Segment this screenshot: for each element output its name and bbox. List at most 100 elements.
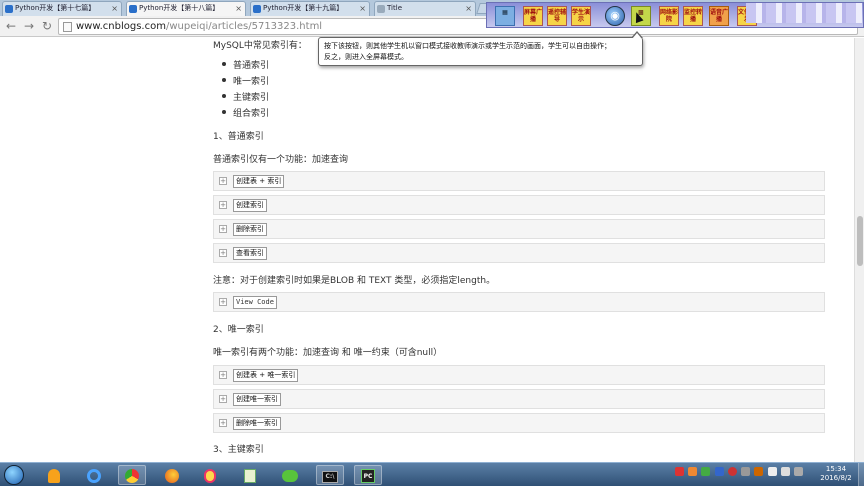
tab-close-icon[interactable]: × (111, 2, 118, 15)
toolbar-decoration (746, 3, 862, 23)
cnblogs-favicon-icon (5, 5, 13, 13)
view-code-button[interactable]: View Code (233, 296, 277, 309)
clock-time: 15:34 (825, 465, 847, 473)
globe-icon[interactable]: ◉ (605, 6, 625, 26)
section-heading: 1、普通索引 (213, 132, 264, 142)
system-tray (675, 467, 815, 483)
bullet-icon (222, 110, 226, 114)
tab-title: Python开发【第十八篇】 (139, 4, 220, 12)
student-demo-button[interactable]: 学生演示 (571, 6, 591, 26)
tray-app-icon[interactable] (741, 467, 751, 476)
tooltip-line: 反之，则进入全屏幕模式。 (324, 53, 408, 61)
code-block-toggle[interactable]: + 创建索引 (213, 195, 825, 215)
network-icon[interactable] (767, 467, 777, 476)
wechat-icon[interactable] (276, 465, 304, 485)
tab-close-icon[interactable]: × (359, 2, 366, 15)
reload-icon[interactable]: ↻ (40, 19, 54, 33)
code-block-toggle[interactable]: + 删除唯一索引 (213, 413, 825, 433)
code-block-label[interactable]: 删除唯一索引 (233, 417, 281, 430)
code-block-label[interactable]: 创建表 + 唯一索引 (233, 369, 299, 382)
voice-broadcast-button[interactable]: 语音广播 (709, 6, 729, 26)
page-favicon-icon (377, 5, 385, 13)
cnblogs-favicon-icon (129, 5, 137, 13)
code-block-toggle[interactable]: + 创建唯一索引 (213, 389, 825, 409)
tray-app-icon[interactable] (727, 467, 737, 476)
expand-plus-icon[interactable]: + (219, 201, 227, 209)
grid-view-button[interactable]: ▦ (495, 6, 515, 26)
forward-arrow-icon[interactable]: → (22, 19, 36, 33)
list-item: 组合索引 (233, 109, 270, 119)
tab-title-page[interactable]: Title × (374, 1, 476, 16)
expand-plus-icon[interactable]: + (219, 371, 227, 379)
code-block-label[interactable]: 查看索引 (233, 247, 267, 260)
pycharm-icon[interactable]: PC (354, 465, 382, 485)
ie-icon[interactable] (80, 465, 108, 485)
tab-python-18[interactable]: Python开发【第十八篇】 × (126, 1, 246, 16)
tab-title: Python开发【第十九篇】 (263, 4, 344, 12)
cnblogs-favicon-icon (253, 5, 261, 13)
notepad-icon[interactable] (236, 465, 264, 485)
tab-python-17[interactable]: Python开发【第十七篇】 × (2, 1, 122, 16)
expand-plus-icon[interactable]: + (219, 395, 227, 403)
note-text: 注意：对于创建索引时如果是BLOB 和 TEXT 类型，必须指定length。 (213, 276, 496, 286)
windows-taskbar: C:\ PC 15:34 2016/8/2 (0, 462, 864, 486)
tray-app-icon[interactable] (701, 467, 711, 476)
url-text: www.cnblogs.com/wupeiqi/articles/5713323… (76, 21, 323, 32)
expand-plus-icon[interactable]: + (219, 225, 227, 233)
cmd-icon[interactable]: C:\ (316, 465, 344, 485)
code-block-toggle[interactable]: + 删除索引 (213, 219, 825, 239)
code-block-toggle[interactable]: + 创建表 + 索引 (213, 171, 825, 191)
page-scrollbar[interactable] (854, 38, 864, 462)
tray-app-icon[interactable] (675, 467, 684, 476)
code-block-label[interactable]: 删除索引 (233, 223, 267, 236)
system-clock[interactable]: 15:34 2016/8/2 (814, 465, 858, 483)
volume-icon[interactable] (780, 467, 790, 476)
code-block-toggle[interactable]: + 查看索引 (213, 243, 825, 263)
user-app-icon[interactable] (40, 465, 68, 485)
tray-app-icon[interactable] (714, 467, 724, 476)
code-block-toggle[interactable]: + 创建表 + 唯一索引 (213, 365, 825, 385)
tray-app-icon[interactable] (794, 467, 804, 476)
section-desc: 普通索引仅有一个功能：加速查询 (213, 155, 349, 165)
list-item: 唯一索引 (233, 77, 270, 87)
tab-title: Title (387, 4, 403, 12)
qq-icon[interactable] (196, 465, 224, 485)
list-item: 主键索引 (233, 93, 270, 103)
list-item: 普通索引 (233, 61, 270, 71)
tooltip: 按下该按钮，则其他学生机以窗口模式接收教师演示或学生示范的画面，学生可以自由操作… (318, 31, 643, 66)
show-desktop-button[interactable] (858, 463, 864, 486)
bullet-icon (222, 62, 226, 66)
chrome-icon[interactable] (118, 465, 146, 485)
monitor-relay-button[interactable]: 监控转播 (683, 6, 703, 26)
code-block-toggle[interactable]: + View Code (213, 292, 825, 312)
tray-app-icon[interactable] (688, 467, 698, 476)
expand-plus-icon[interactable]: + (219, 298, 227, 306)
tray-app-icon[interactable] (754, 467, 764, 476)
expand-plus-icon[interactable]: + (219, 249, 227, 257)
back-arrow-icon[interactable]: ← (4, 19, 18, 33)
section-heading: 2、唯一索引 (213, 325, 264, 335)
tab-python-19[interactable]: Python开发【第十九篇】 × (250, 1, 370, 16)
tooltip-line: 按下该按钮，则其他学生机以窗口模式接收教师演示或学生示范的画面，学生可以自由操作… (324, 42, 611, 50)
expand-plus-icon[interactable]: + (219, 177, 227, 185)
screen-broadcast-button[interactable]: 屏幕广播 (523, 6, 543, 26)
code-block-label[interactable]: 创建唯一索引 (233, 393, 281, 406)
code-block-label[interactable]: 创建表 + 索引 (233, 175, 285, 188)
tab-close-icon[interactable]: × (235, 2, 242, 15)
bullet-icon (222, 78, 226, 82)
article-content: MySQL中常见索引有： 普通索引 唯一索引 主键索引 组合索引 1、普通索引 … (0, 38, 854, 462)
tab-title: Python开发【第十七篇】 (15, 4, 96, 12)
index-intro: MySQL中常见索引有： (213, 41, 307, 51)
code-block-label[interactable]: 创建索引 (233, 199, 267, 212)
section-heading: 3、主键索引 (213, 445, 264, 455)
expand-plus-icon[interactable]: + (219, 419, 227, 427)
firefox-icon[interactable] (158, 465, 186, 485)
scrollbar-thumb[interactable] (857, 216, 863, 266)
tab-close-icon[interactable]: × (465, 2, 472, 15)
network-cinema-button[interactable]: 网络影院 (659, 6, 679, 26)
bullet-icon (222, 94, 226, 98)
page-icon (63, 22, 72, 32)
section-desc: 唯一索引有两个功能：加速查询 和 唯一约束（可含null） (213, 348, 443, 358)
remote-tutor-button[interactable]: 遥控辅导 (547, 6, 567, 26)
start-button-icon[interactable] (4, 465, 24, 485)
